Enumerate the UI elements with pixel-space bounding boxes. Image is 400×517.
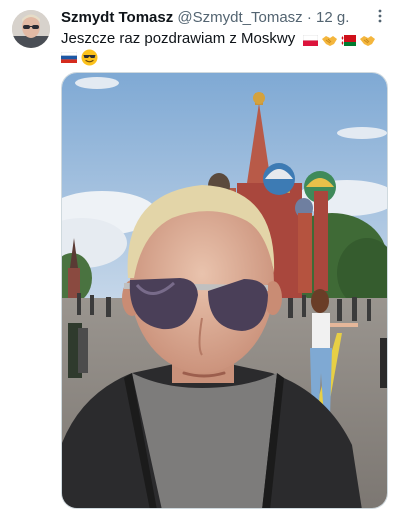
- photo-image: [62, 73, 387, 508]
- header-separator: ·: [306, 9, 312, 26]
- more-options-icon[interactable]: [370, 6, 390, 26]
- smiling-face-with-sunglasses-icon: [81, 49, 98, 65]
- flag-poland-icon: [303, 35, 319, 46]
- avatar-image: [12, 10, 50, 48]
- flag-russia-icon: [61, 51, 77, 63]
- avatar[interactable]: [12, 10, 50, 48]
- tweet-photo[interactable]: [61, 72, 388, 509]
- inline-emojis: [303, 33, 376, 48]
- handshake-icon: [360, 36, 376, 46]
- tweet-text: Jeszcze raz pozdrawiam z Moskwy: [61, 29, 388, 49]
- handshake-icon: [322, 36, 338, 46]
- tweet-timestamp[interactable]: 12 g.: [316, 9, 349, 26]
- tweet[interactable]: Szmydt Tomasz @Szmydt_Tomasz · 12 g. Jes…: [0, 0, 400, 517]
- author-handle[interactable]: @Szmydt_Tomasz: [177, 9, 302, 26]
- second-line-emojis: [61, 48, 98, 66]
- tweet-header: Szmydt Tomasz @Szmydt_Tomasz · 12 g.: [61, 8, 388, 28]
- tweet-text-content: Jeszcze raz pozdrawiam z Moskwy: [61, 30, 296, 47]
- author-name[interactable]: Szmydt Tomasz: [61, 9, 173, 26]
- flag-belarus-icon: [341, 35, 357, 46]
